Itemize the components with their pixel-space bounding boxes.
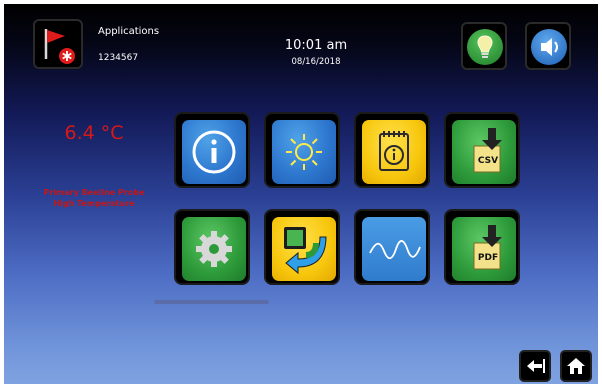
back-button[interactable] — [519, 350, 551, 382]
pdf-label: PDF — [477, 253, 499, 263]
app-screen: Applications 1234567 10:01 am 08/16/2018… — [4, 4, 598, 384]
csv-label: CSV — [477, 156, 499, 166]
transfer-tile[interactable] — [264, 209, 340, 285]
temperature-graph-tile[interactable] — [354, 209, 430, 285]
display-brightness-tile[interactable] — [264, 112, 340, 188]
csv-download-icon: CSV — [452, 120, 516, 184]
sun-icon — [272, 120, 336, 184]
event-log-info-tile[interactable] — [354, 112, 430, 188]
page-scroll-indicator[interactable] — [154, 300, 269, 304]
wave-icon — [362, 217, 426, 281]
notepad-info-icon — [362, 120, 426, 184]
download-pdf-tile[interactable]: PDF — [444, 209, 520, 285]
info-icon — [182, 120, 246, 184]
clock-date: 08/16/2018 — [291, 57, 341, 67]
home-icon — [567, 358, 585, 374]
light-button[interactable] — [461, 22, 507, 70]
alarm-flag-icon — [44, 29, 75, 64]
alarm-message-line-1: Primary Beeline Probe — [43, 188, 145, 197]
home-button[interactable] — [560, 350, 592, 382]
pdf-download-icon: PDF — [452, 217, 516, 281]
sound-button[interactable] — [525, 22, 571, 70]
gear-icon — [182, 217, 246, 281]
device-id: 1234567 — [98, 53, 139, 63]
back-arrow-icon — [527, 359, 545, 373]
download-csv-tile[interactable]: CSV — [444, 112, 520, 188]
light-bulb-icon — [467, 29, 503, 65]
info-tile[interactable] — [174, 112, 250, 188]
settings-tile[interactable] — [174, 209, 250, 285]
transfer-arrow-icon — [272, 217, 336, 281]
temperature-reading: 6.4 °C — [64, 122, 124, 144]
alarm-message-line-2: High Temperature — [53, 199, 135, 208]
alarm-status-button[interactable] — [33, 19, 83, 69]
page-title: Applications — [98, 26, 160, 37]
clock-time: 10:01 am — [284, 38, 348, 53]
speaker-icon — [531, 29, 567, 65]
